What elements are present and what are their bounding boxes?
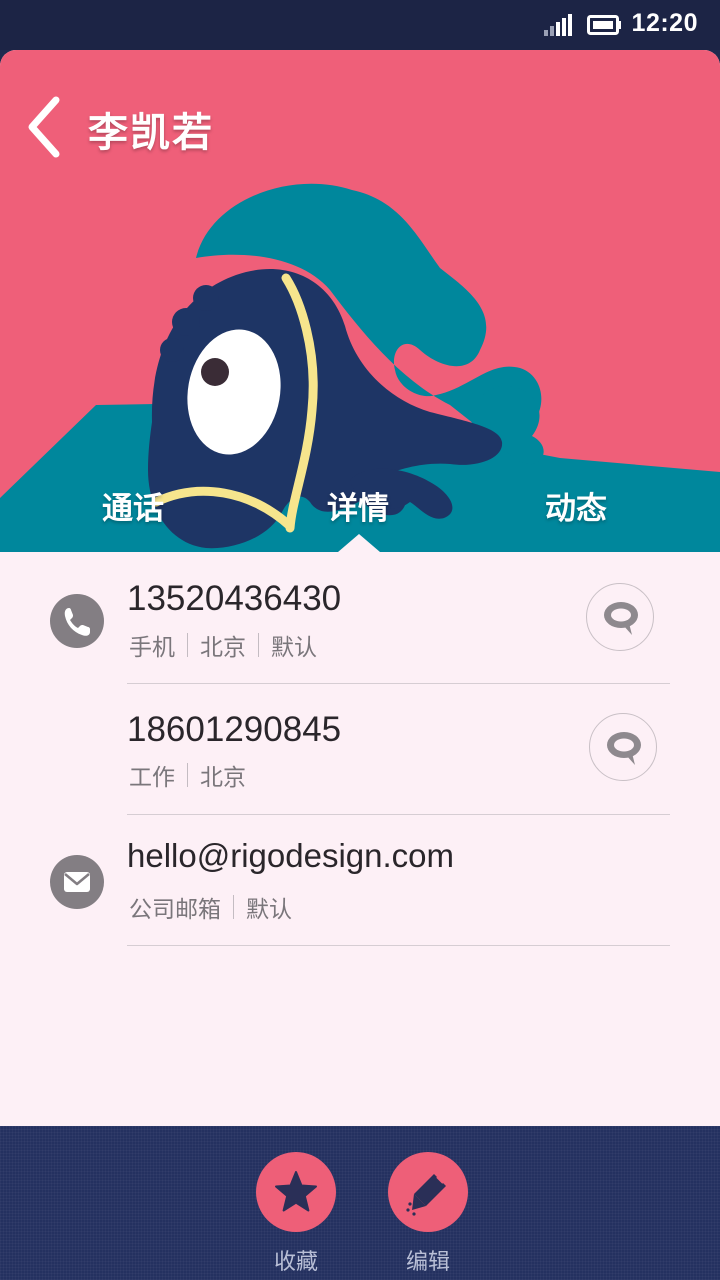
phone-tag: 工作 [129, 765, 175, 791]
message-icon [604, 602, 638, 635]
send-message-button[interactable] [586, 583, 654, 651]
favorite-label: 收藏 [273, 1250, 318, 1275]
phone-tag: 手机 [129, 635, 175, 661]
phone-tags: 手机 北京 默认 [129, 628, 317, 662]
contact-name: 李凯若 [88, 110, 214, 156]
phone-row[interactable]: 18601290845 工作 北京 [0, 684, 720, 815]
contact-card: 李凯若 通话 详情 动态 13520436430 手机 北京 默认 186012… [0, 50, 720, 1126]
tag-separator [233, 895, 234, 919]
chevron-left-icon [28, 96, 60, 158]
email-row[interactable]: hello@rigodesign.com 公司邮箱 默认 [0, 815, 720, 946]
tag-separator [187, 763, 188, 787]
signal-icon [544, 14, 572, 36]
phone-row[interactable]: 13520436430 手机 北京 默认 [0, 552, 720, 684]
phone-icon [50, 594, 104, 648]
email-tags: 公司邮箱 默认 [129, 890, 292, 924]
tab-details[interactable]: 详情 [258, 482, 458, 542]
battery-icon [587, 15, 621, 35]
email-tag: 默认 [246, 897, 292, 923]
tab-selected-indicator [338, 534, 380, 552]
message-icon [607, 732, 641, 765]
email-tag: 公司邮箱 [129, 897, 221, 923]
row-divider [127, 945, 670, 946]
star-icon [275, 1171, 317, 1212]
send-message-button[interactable] [589, 713, 657, 781]
email-address: hello@rigodesign.com [127, 837, 455, 874]
status-clock: 12:20 [631, 9, 698, 37]
tab-call[interactable]: 通话 [33, 482, 233, 542]
favorite-button[interactable]: 收藏 [246, 1152, 346, 1276]
phone-tag: 北京 [200, 765, 246, 791]
contact-hero: 李凯若 通话 详情 动态 [0, 50, 720, 552]
phone-tags: 工作 北京 [129, 758, 246, 792]
status-bar: 12:20 [0, 0, 720, 50]
envelope-icon [50, 855, 104, 909]
phone-number: 18601290845 [127, 710, 342, 749]
favorite-button-circle [256, 1152, 336, 1232]
back-button[interactable] [18, 92, 74, 162]
bottom-action-bar: 收藏 编辑 [0, 1126, 720, 1280]
edit-button-circle [388, 1152, 468, 1232]
edit-label: 编辑 [405, 1250, 450, 1275]
tab-bar: 通话 详情 动态 [0, 482, 720, 552]
edit-button[interactable]: 编辑 [378, 1152, 478, 1276]
phone-number: 13520436430 [127, 579, 342, 618]
phone-tag: 北京 [200, 635, 246, 661]
phone-tag: 默认 [271, 635, 317, 661]
pencil-icon [406, 1174, 446, 1216]
tag-separator [187, 633, 188, 657]
tab-activity[interactable]: 动态 [476, 482, 676, 542]
tag-separator [258, 633, 259, 657]
